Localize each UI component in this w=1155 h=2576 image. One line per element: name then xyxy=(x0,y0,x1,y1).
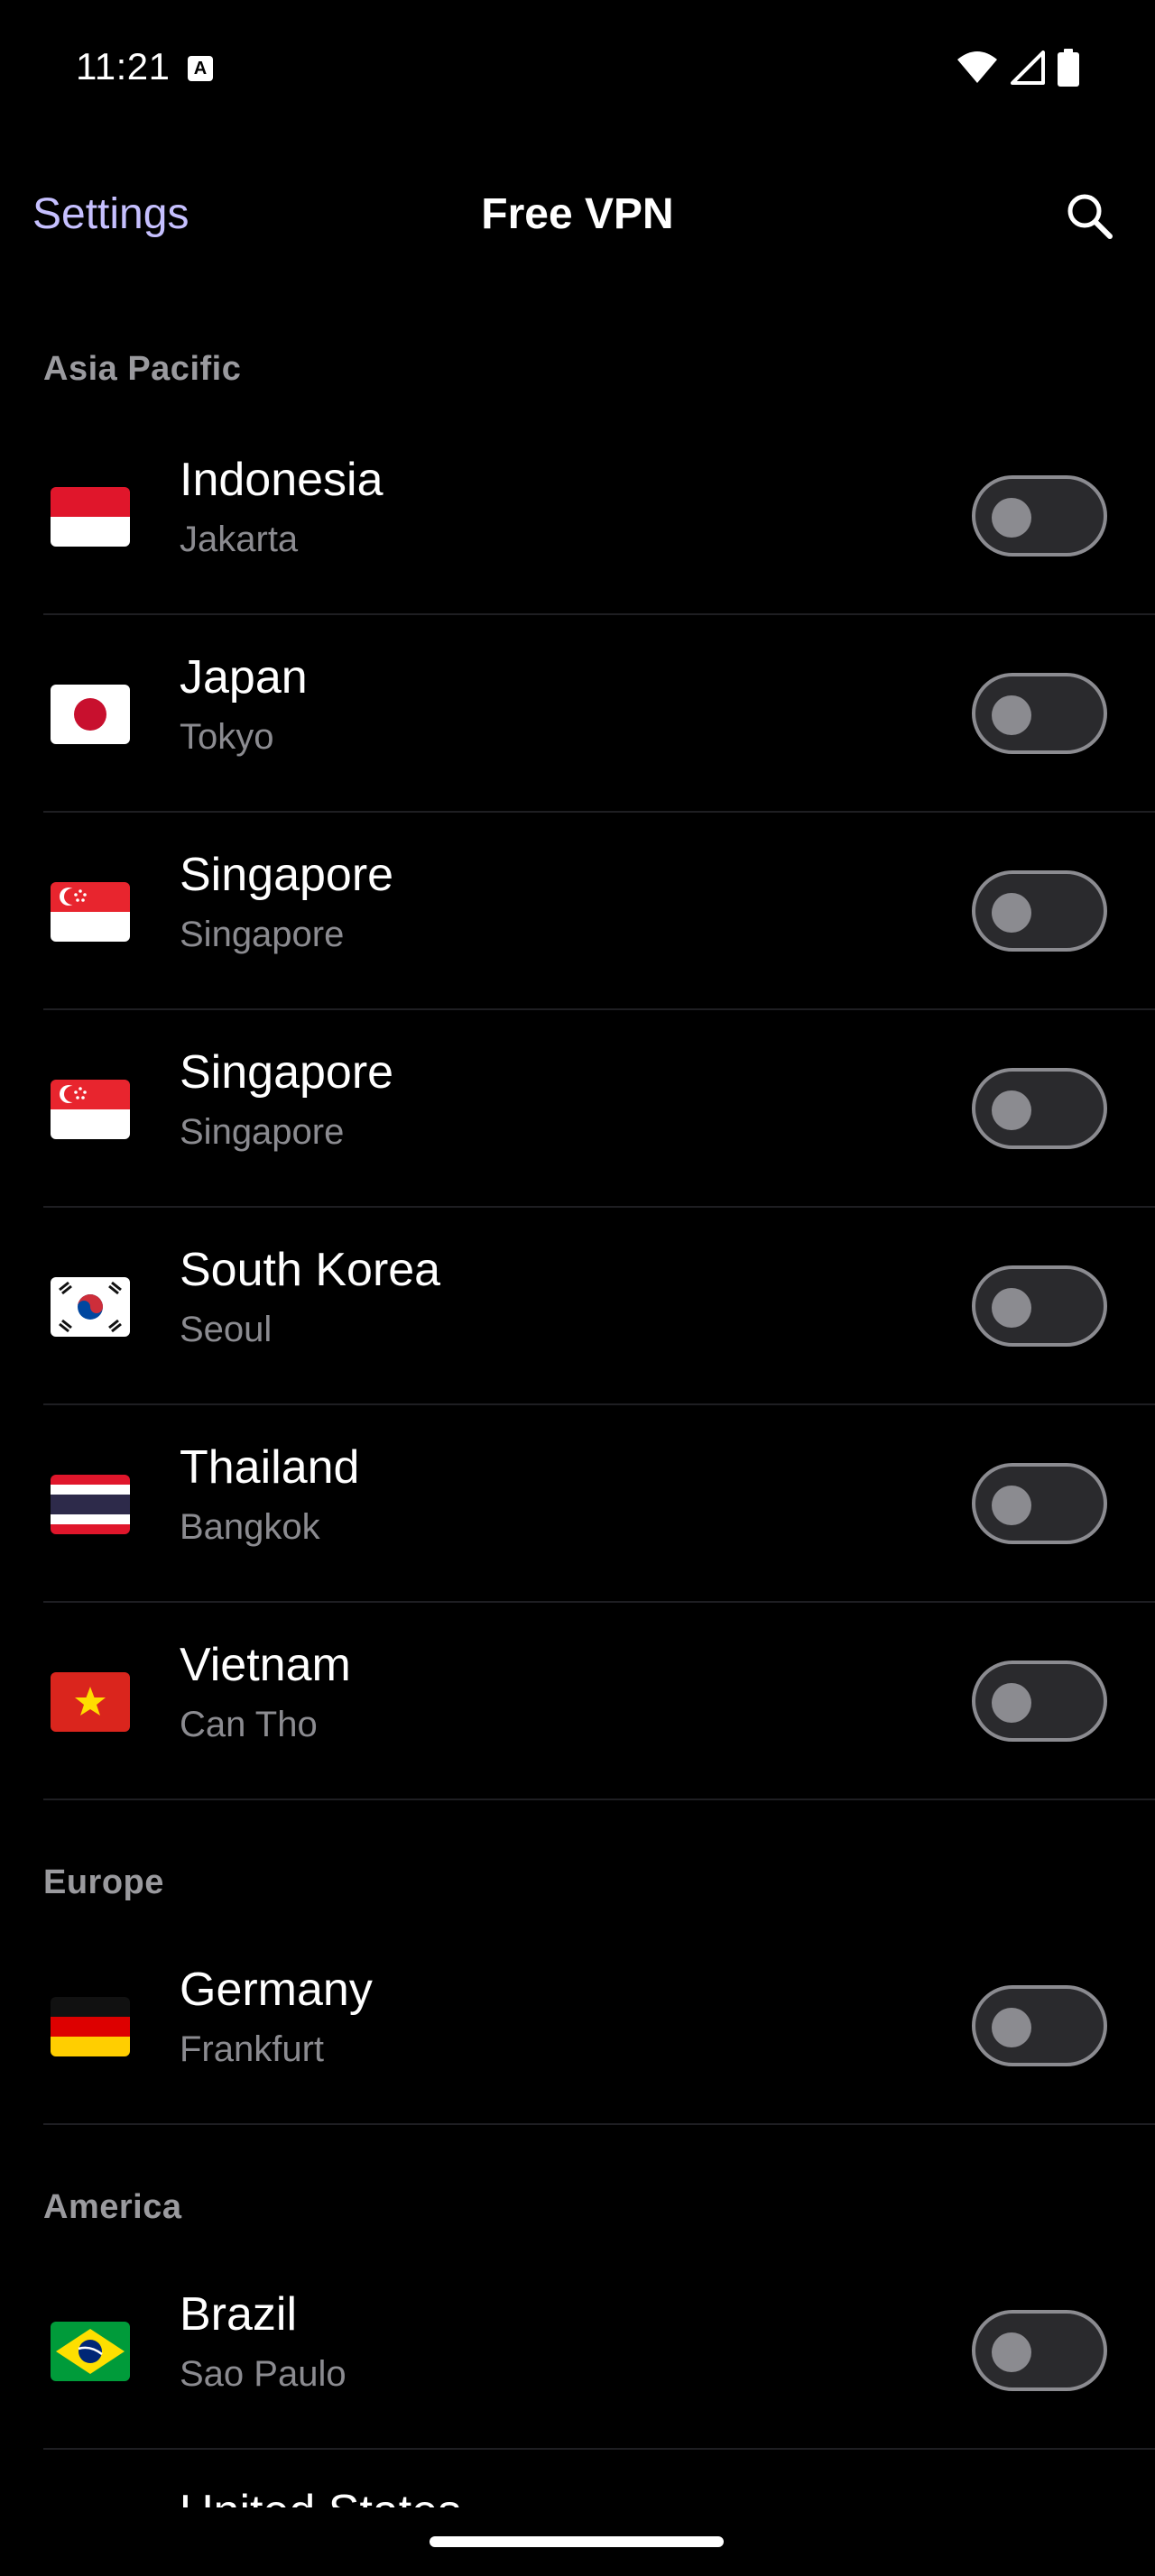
search-icon xyxy=(1063,194,1117,247)
vpn-toggle-indonesia[interactable] xyxy=(972,475,1107,557)
wifi-icon xyxy=(956,51,998,85)
toggle-knob xyxy=(992,1090,1031,1130)
vpn-toggle-singapore[interactable] xyxy=(972,870,1107,952)
indonesia-flag-icon xyxy=(51,487,130,547)
germany-flag-icon xyxy=(51,1997,130,2056)
city-name: Singapore xyxy=(180,1112,345,1152)
city-name: Frankfurt xyxy=(180,2029,325,2069)
city-name: Bangkok xyxy=(180,1507,320,1547)
toggle-knob xyxy=(992,1486,1031,1525)
divider xyxy=(43,2448,1155,2450)
japan-flag-icon xyxy=(51,685,130,744)
singapore-flag-icon xyxy=(51,882,130,942)
divider xyxy=(43,1403,1155,1405)
vpn-toggle-singapore-2[interactable] xyxy=(972,1068,1107,1149)
server-row-singapore[interactable]: Singapore Singapore xyxy=(43,814,1155,1010)
country-name: Thailand xyxy=(180,1441,360,1494)
vpn-toggle-thailand[interactable] xyxy=(972,1463,1107,1544)
toggle-knob xyxy=(992,2008,1031,2047)
country-name: Germany xyxy=(180,1964,373,2016)
city-name: Tokyo xyxy=(180,717,274,757)
country-name: Singapore xyxy=(180,1046,394,1099)
settings-button[interactable]: Settings xyxy=(32,189,189,239)
toggle-knob xyxy=(992,695,1031,735)
server-row-indonesia[interactable]: Indonesia Jakarta xyxy=(43,419,1155,615)
city-name: Can Tho xyxy=(180,1705,318,1744)
battery-icon xyxy=(1058,49,1079,87)
status-time: 11:21 xyxy=(76,45,171,87)
country-name: South Korea xyxy=(180,1244,441,1296)
section-header-asia-pacific: Asia Pacific xyxy=(43,350,242,388)
notification-badge-icon: A xyxy=(188,56,213,81)
city-name: Singapore xyxy=(180,915,345,954)
brazil-flag-icon xyxy=(51,2322,130,2381)
country-name: Japan xyxy=(180,651,308,704)
home-indicator[interactable] xyxy=(430,2536,724,2547)
vpn-toggle-vietnam[interactable] xyxy=(972,1661,1107,1742)
country-name: Singapore xyxy=(180,849,394,901)
status-icons xyxy=(956,49,1079,87)
city-name: Jakarta xyxy=(180,520,299,559)
city-name: Seoul xyxy=(180,1310,273,1349)
thailand-flag-icon xyxy=(51,1475,130,1534)
divider xyxy=(43,811,1155,813)
country-name: Indonesia xyxy=(180,454,383,506)
app-bar: Free VPN Settings xyxy=(0,162,1155,271)
singapore-flag-icon xyxy=(51,1080,130,1139)
country-name: Brazil xyxy=(180,2288,298,2341)
divider xyxy=(43,2123,1155,2125)
search-button[interactable] xyxy=(1063,189,1117,244)
divider xyxy=(43,1799,1155,1800)
toggle-knob xyxy=(992,1288,1031,1328)
toggle-knob xyxy=(992,2332,1031,2372)
section-header-europe: Europe xyxy=(43,1863,164,1901)
divider xyxy=(43,1601,1155,1603)
city-name: Sao Paulo xyxy=(180,2354,346,2394)
server-row-thailand[interactable]: Thailand Bangkok xyxy=(43,1406,1155,1603)
server-row-singapore-2[interactable]: Singapore Singapore xyxy=(43,1011,1155,1208)
toggle-knob xyxy=(992,498,1031,538)
toggle-knob xyxy=(992,893,1031,933)
screen: 11:21 A Free VPN Settings Asia Pacific I… xyxy=(0,0,1155,2576)
vpn-toggle-south-korea[interactable] xyxy=(972,1265,1107,1347)
vpn-toggle-germany[interactable] xyxy=(972,1985,1107,2066)
server-row-japan[interactable]: Japan Tokyo xyxy=(43,616,1155,813)
server-row-south-korea[interactable]: South Korea Seoul xyxy=(43,1209,1155,1405)
divider xyxy=(43,1008,1155,1010)
server-row-vietnam[interactable]: Vietnam Can Tho xyxy=(43,1604,1155,1800)
server-row-germany[interactable]: Germany Frankfurt xyxy=(43,1928,1155,2125)
server-row-brazil[interactable]: Brazil Sao Paulo xyxy=(43,2253,1155,2450)
divider xyxy=(43,613,1155,615)
status-bar: 11:21 A xyxy=(0,0,1155,135)
vpn-toggle-brazil[interactable] xyxy=(972,2310,1107,2391)
toggle-knob xyxy=(992,1683,1031,1723)
divider xyxy=(43,1206,1155,1208)
south-korea-flag-icon xyxy=(51,1277,130,1337)
vpn-toggle-japan[interactable] xyxy=(972,673,1107,754)
section-header-america: America xyxy=(43,2188,182,2226)
signal-icon xyxy=(1011,51,1045,85)
country-name: Vietnam xyxy=(180,1639,351,1691)
vietnam-flag-icon xyxy=(51,1672,130,1732)
